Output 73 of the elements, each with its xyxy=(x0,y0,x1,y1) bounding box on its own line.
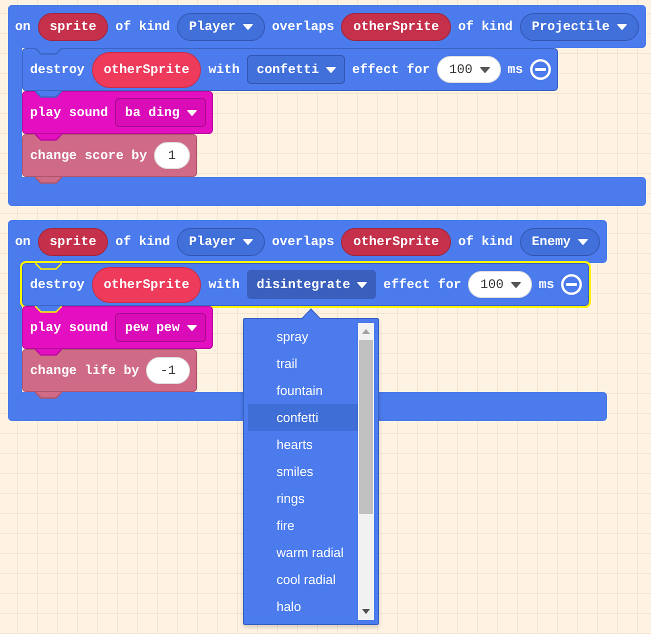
block-label: play sound xyxy=(30,320,108,335)
block-label: overlaps xyxy=(272,19,334,34)
dropdown-field[interactable]: Player xyxy=(177,12,265,40)
parameter-reporter[interactable]: otherSprite xyxy=(341,12,452,40)
block-label: change score by xyxy=(30,148,148,163)
connector-tab-icon xyxy=(35,263,62,270)
connector-tab-icon xyxy=(35,349,62,356)
dropdown-field[interactable]: disintegrate xyxy=(246,270,376,299)
scroll-down-icon[interactable] xyxy=(362,609,370,614)
dropdown-field[interactable]: confetti xyxy=(246,55,346,84)
connector-tab-icon xyxy=(35,91,62,98)
number-dropdown[interactable]: 100 xyxy=(468,271,532,298)
caret-down-icon xyxy=(186,324,197,330)
block-label: destroy xyxy=(30,277,85,292)
scrollbar[interactable] xyxy=(358,323,374,620)
dropdown-field[interactable]: Player xyxy=(177,228,265,256)
block-label: change life by xyxy=(30,363,140,378)
menu-item[interactable]: hearts xyxy=(248,431,358,458)
parameter-reporter[interactable]: sprite xyxy=(38,12,108,40)
block-label: effect for xyxy=(352,62,430,77)
menu-item[interactable]: halo xyxy=(248,593,358,620)
dropdown-field[interactable]: Projectile xyxy=(520,12,639,40)
block-label: ms xyxy=(538,277,554,292)
connector-tab-icon xyxy=(35,177,62,184)
scroll-up-icon[interactable] xyxy=(362,329,370,334)
parameter-reporter[interactable]: otherSprite xyxy=(341,228,452,256)
menu-item[interactable]: cool radial xyxy=(248,566,358,593)
block-label: on xyxy=(15,19,31,34)
block-label: effect for xyxy=(383,277,462,292)
variable-reporter[interactable]: otherSprite xyxy=(92,52,202,88)
menu-item[interactable]: fire xyxy=(248,512,358,539)
connector-tab-icon xyxy=(35,48,62,55)
variable-reporter[interactable]: otherSprite xyxy=(92,266,202,302)
caret-down-icon xyxy=(578,238,588,244)
menu-item[interactable]: smiles xyxy=(248,458,358,485)
scrollbar-thumb[interactable] xyxy=(359,340,374,514)
menu-item[interactable]: rings xyxy=(248,485,358,512)
caret-down-icon xyxy=(510,282,521,288)
block-label: ms xyxy=(508,62,524,77)
dropdown-field[interactable]: pew pew xyxy=(115,313,206,342)
minus-circle-icon[interactable] xyxy=(530,59,552,80)
menu-item[interactable]: trail xyxy=(248,350,358,377)
number-field[interactable]: -1 xyxy=(146,357,190,384)
block-label: with xyxy=(208,277,240,292)
caret-down-icon xyxy=(326,66,336,72)
menu-item[interactable]: warm radial xyxy=(248,539,358,566)
parameter-reporter[interactable]: sprite xyxy=(38,228,108,256)
block-label: play sound xyxy=(30,105,108,120)
number-dropdown[interactable]: 100 xyxy=(437,56,500,83)
caret-down-icon xyxy=(242,24,253,30)
caret-down-icon xyxy=(242,238,253,244)
caret-down-icon xyxy=(186,110,197,116)
minus-circle-icon[interactable] xyxy=(561,274,582,295)
menu-item[interactable]: fountain xyxy=(248,377,358,404)
connector-tab-icon xyxy=(35,306,62,313)
dropdown-field[interactable]: ba ding xyxy=(115,98,206,127)
menu-item[interactable]: confetti xyxy=(248,404,358,431)
menu-item[interactable]: spray xyxy=(248,323,358,350)
block-label: of kind xyxy=(458,234,513,249)
block-label: on xyxy=(15,234,31,249)
number-field[interactable]: 1 xyxy=(154,142,190,169)
block-label: destroy xyxy=(30,62,85,77)
dropdown-field[interactable]: Enemy xyxy=(520,228,600,256)
caret-down-icon xyxy=(616,24,627,30)
block-label: with xyxy=(208,62,240,77)
caret-down-icon xyxy=(357,282,368,288)
connector-tab-icon xyxy=(35,134,62,141)
block-label: of kind xyxy=(115,19,170,34)
block-label: overlaps xyxy=(272,234,334,249)
block-label: of kind xyxy=(115,234,170,249)
caret-down-icon xyxy=(480,66,490,72)
connector-tab-icon xyxy=(35,392,62,399)
block-label: of kind xyxy=(458,19,513,34)
